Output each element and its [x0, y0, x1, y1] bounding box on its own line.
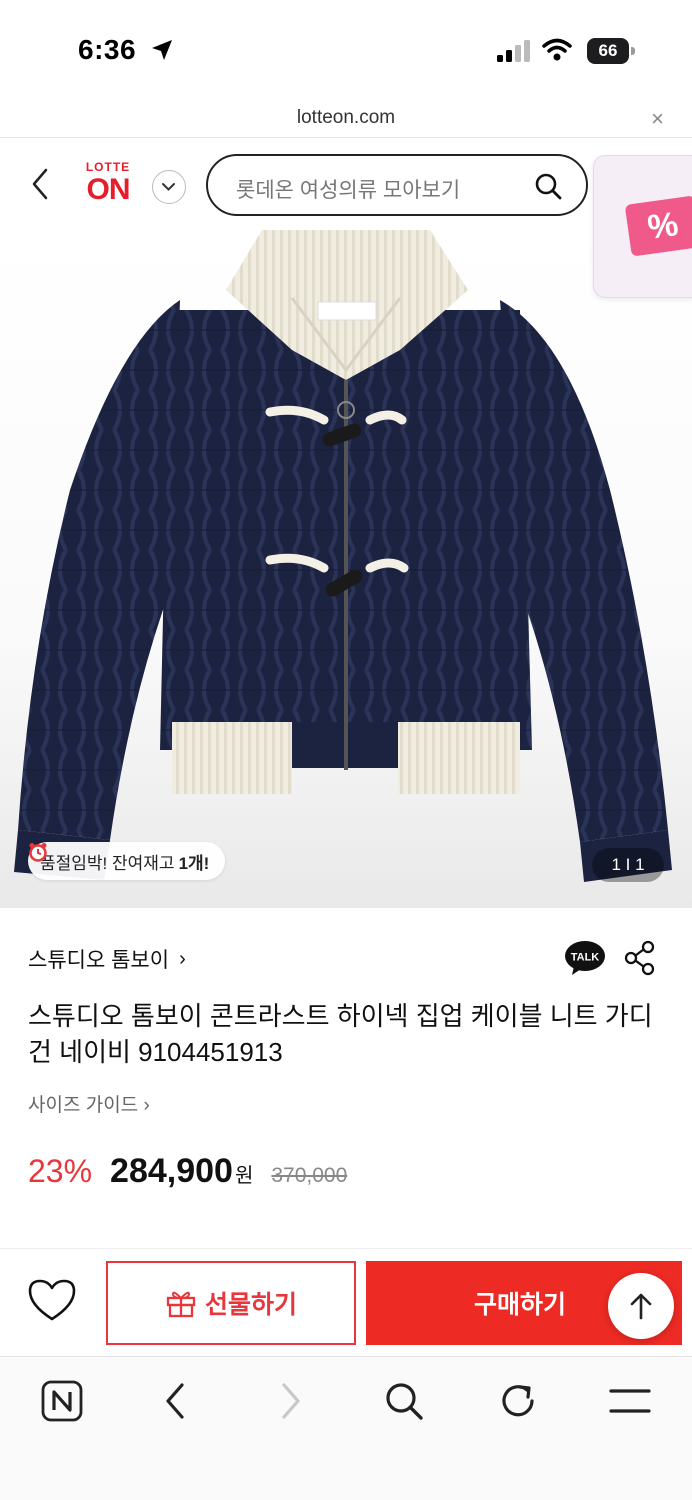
search-icon[interactable]	[534, 172, 562, 200]
category-dropdown-button[interactable]	[152, 170, 186, 204]
back-nav-icon[interactable]	[154, 1379, 198, 1423]
price-row: 23% 284,900 원 370,000	[28, 1152, 347, 1191]
logo-main-text: ON	[86, 173, 131, 206]
status-time: 6:36	[78, 34, 137, 65]
percent-ticket-icon: %	[624, 195, 692, 257]
browser-toolbar	[0, 1356, 692, 1500]
share-icon[interactable]	[624, 940, 656, 976]
currency-unit: 원	[234, 1165, 254, 1187]
forward-nav-icon[interactable]	[268, 1379, 312, 1423]
signal-icon	[497, 40, 530, 62]
discount-rate: 23%	[28, 1153, 93, 1189]
scroll-to-top-button[interactable]	[608, 1273, 674, 1339]
battery-icon: 66	[587, 38, 635, 64]
naver-icon[interactable]	[40, 1379, 84, 1423]
cardigan-image	[14, 230, 672, 882]
search-nav-icon[interactable]	[382, 1379, 426, 1423]
arrow-up-icon	[630, 1293, 652, 1320]
search-input[interactable]: 롯데온 여성의류 모아보기	[206, 154, 588, 216]
talk-icon[interactable]: TALK	[564, 940, 606, 976]
stock-text: 품절임박! 잔여재고	[40, 853, 175, 873]
brand-link[interactable]: 스튜디오 톰보이 ›	[28, 944, 186, 974]
logo-top-text: LOTTE	[85, 160, 131, 174]
talk-label: TALK	[571, 952, 600, 964]
wifi-icon	[542, 38, 572, 61]
sale-price: 284,900	[110, 1152, 233, 1190]
gift-button-label: 선물하기	[204, 1291, 297, 1319]
search-placeholder: 롯데온 여성의류 모아보기	[236, 179, 461, 202]
purchase-action-bar: 선물하기 구매하기	[0, 1248, 692, 1356]
gift-icon	[166, 1291, 196, 1318]
product-title: 스튜디오 톰보이 콘트라스트 하이넥 집업 케이블 니트 가디건 네이비 910…	[28, 1001, 653, 1067]
status-bar: 6:36 66	[0, 0, 692, 100]
gift-button[interactable]: 선물하기	[106, 1261, 356, 1345]
buy-button-label: 구매하기	[474, 1291, 567, 1319]
lotte-on-logo[interactable]: LOTTE ON	[80, 160, 136, 210]
promo-badge[interactable]: %	[593, 155, 692, 298]
close-icon[interactable]: ×	[651, 106, 664, 132]
url-bar[interactable]: lotteon.com ×	[0, 100, 692, 138]
brand-name: 스튜디오 톰보이	[28, 949, 170, 972]
back-icon[interactable]	[28, 166, 54, 202]
size-guide-link[interactable]: 사이즈 가이드 ›	[28, 1090, 150, 1117]
stock-count: 1개!	[178, 853, 210, 873]
url-text[interactable]: lotteon.com	[0, 107, 692, 129]
image-page-counter: 1 I 1	[592, 848, 664, 882]
stock-warning-badge: 품절임박! 잔여재고 1개!	[28, 842, 226, 880]
original-price: 370,000	[271, 1164, 348, 1187]
menu-icon[interactable]	[608, 1379, 652, 1423]
heart-icon[interactable]	[26, 1277, 78, 1323]
app-header: LOTTE ON 롯데온 여성의류 모아보기	[0, 138, 692, 230]
chevron-down-icon	[162, 183, 175, 191]
battery-level: 66	[587, 38, 629, 64]
product-image[interactable]: 품절임박! 잔여재고 1개! 1 I 1	[0, 230, 692, 908]
location-arrow-icon	[152, 40, 172, 60]
chevron-right-icon: ›	[179, 947, 186, 970]
clock-icon	[29, 843, 47, 862]
refresh-icon[interactable]	[496, 1379, 540, 1423]
